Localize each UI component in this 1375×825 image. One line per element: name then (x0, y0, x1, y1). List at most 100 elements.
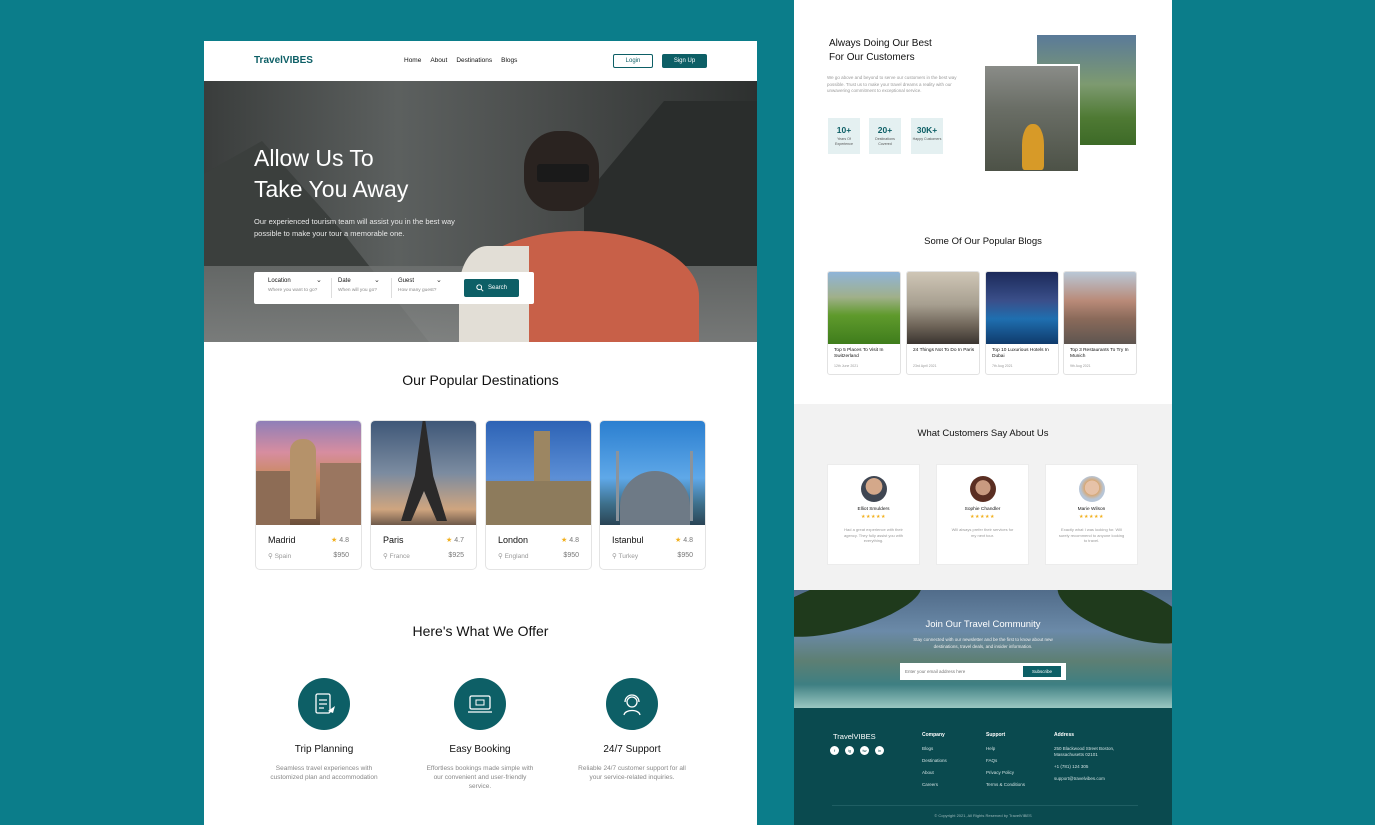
rating-stars-icon: ★★★★★ (1079, 514, 1104, 520)
star-icon: ★ (331, 537, 338, 544)
blog-card[interactable]: Top 3 Restaurants To Try In Munich 9th A… (1063, 271, 1137, 375)
footer-link[interactable]: Privacy Policy (986, 770, 1025, 776)
avatar (969, 476, 996, 502)
nav-destinations[interactable]: Destinations (456, 57, 492, 64)
footer-link[interactable]: Blogs (922, 746, 947, 752)
footer-column-title: Company (922, 732, 945, 738)
facebook-icon[interactable]: f (830, 746, 839, 755)
destination-card-london[interactable]: London ★ 4.8 ⚲ England $950 (485, 420, 592, 570)
divider (832, 805, 1138, 806)
stat-label: Destinations Covered (875, 137, 895, 146)
destination-country: ⚲ England (498, 552, 528, 560)
offer-item-title: 24/7 Support (603, 744, 661, 755)
destination-price: $950 (677, 552, 693, 559)
date-dropdown[interactable]: Date When will you go? ⌄ (338, 277, 386, 298)
blog-image (907, 272, 979, 344)
nav-blogs[interactable]: Blogs (501, 57, 517, 64)
location-pin-icon: ⚲ (498, 553, 503, 560)
divider (391, 278, 392, 298)
offer-easy-booking: Easy Booking Effortless bookings made si… (425, 678, 535, 791)
destination-name: Paris (383, 535, 404, 545)
blog-card[interactable]: Top 5 Places To Visit In Switzerland 12t… (827, 271, 901, 375)
destination-image (486, 421, 591, 525)
location-dropdown[interactable]: Location Where you want to go? ⌄ (268, 277, 328, 298)
destination-card-paris[interactable]: Paris ★ 4.7 ⚲ France $925 (370, 420, 477, 570)
blogs-title: Some Of Our Popular Blogs (924, 236, 1042, 247)
hero-title-line2: Take You Away (254, 176, 409, 202)
footer-phone[interactable]: +1 (781) 124 305 (1054, 764, 1134, 770)
copyright: © Copyright 2021, All Rights Reserved by… (934, 813, 1032, 818)
blog-card[interactable]: Top 10 Luxurious Hotels In Dubai 7th Aug… (985, 271, 1059, 375)
offer-title: Here's What We Offer (412, 623, 549, 639)
stat-number: 10+ (836, 125, 852, 135)
destinations-title: Our Popular Destinations (402, 372, 559, 388)
newsletter-section: Join Our Travel Community Stay connected… (794, 590, 1172, 708)
search-button[interactable]: Search (464, 279, 519, 297)
guest-placeholder: How many guest? (398, 288, 437, 293)
guest-dropdown[interactable]: Guest How many guest? ⌄ (398, 277, 448, 298)
chevron-down-icon: ⌄ (316, 277, 322, 284)
country-label: England (504, 553, 529, 560)
footer-link[interactable]: Terms & Conditions (986, 782, 1025, 788)
destination-rating: ★ 4.8 (561, 536, 579, 544)
offer-support: 24/7 Support Reliable 24/7 customer supp… (577, 678, 687, 782)
subscribe-button[interactable]: Subscribe (1023, 666, 1061, 677)
destination-card-madrid[interactable]: Madrid ★ 4.8 ⚲ Spain $950 (255, 420, 362, 570)
email-input[interactable] (905, 667, 1020, 676)
destination-name: Istanbul (612, 535, 644, 545)
newsletter-title: Join Our Travel Community (925, 619, 1041, 630)
signup-button[interactable]: Sign Up (662, 54, 707, 68)
footer-link[interactable]: Help (986, 746, 1025, 752)
stat-destinations: 20+ Destinations Covered (869, 118, 901, 154)
footer-link[interactable]: Destinations (922, 758, 947, 764)
rating-stars-icon: ★★★★★ (861, 514, 886, 520)
avatar (860, 476, 887, 502)
newsletter-form: Subscribe (900, 663, 1066, 680)
location-pin-icon: ⚲ (383, 553, 388, 560)
location-pin-icon: ⚲ (612, 553, 617, 560)
blog-title: 24 Things Not To Do In Paris (913, 348, 975, 353)
footer-link[interactable]: FAQs (986, 758, 1025, 764)
offer-item-title: Easy Booking (449, 744, 511, 755)
twitter-icon[interactable]: tw (860, 746, 869, 755)
blog-date: 7th Aug 2021 (992, 364, 1013, 368)
testimonial-text: Will always prefer their services for my… (951, 527, 1014, 538)
about-page-preview: Always Doing Our Best For Our Customers … (794, 0, 1172, 825)
hero-title-line1: Allow Us To (254, 145, 374, 171)
footer-email[interactable]: support@travelvibes.com (1054, 776, 1134, 782)
hero-section: Allow Us To Take You Away Our experience… (204, 81, 757, 342)
stat-years: 10+ Years Of Experience (828, 118, 860, 154)
destination-card-istanbul[interactable]: Istanbul ★ 4.8 ⚲ Turkey $950 (599, 420, 706, 570)
destination-price: $950 (333, 552, 349, 559)
newsletter-text: Stay connected with our newsletter and b… (913, 637, 1053, 649)
footer-logo[interactable]: TravelVIBES (833, 732, 876, 741)
destination-country: ⚲ France (383, 552, 410, 560)
instagram-icon[interactable]: ig (845, 746, 854, 755)
logo[interactable]: TravelVIBES (254, 55, 313, 66)
search-bar: Location Where you want to go? ⌄ Date Wh… (254, 272, 534, 304)
footer-link[interactable]: Careers (922, 782, 947, 788)
testimonial-text: Exactly what I was looking for. Will sur… (1058, 527, 1125, 543)
star-icon: ★ (446, 537, 453, 544)
footer: TravelVIBES f ig tw in Company Blogs Des… (794, 708, 1172, 825)
linkedin-icon[interactable]: in (875, 746, 884, 755)
rating-value: 4.8 (683, 537, 693, 544)
testimonial-name: Marie Wilson (1077, 507, 1106, 512)
location-pin-icon: ⚲ (268, 553, 273, 560)
testimonials-title: What Customers Say About Us (917, 428, 1049, 439)
login-button[interactable]: Login (613, 54, 653, 68)
clipboard-plane-icon (298, 678, 350, 730)
nav-home[interactable]: Home (404, 57, 421, 64)
blog-card[interactable]: 24 Things Not To Do In Paris 23rd April … (906, 271, 980, 375)
divider (331, 278, 332, 298)
footer-address-column: Address 250 Blackwood Street Boston, Mas… (1054, 732, 1134, 788)
hero-title: Allow Us To Take You Away (254, 143, 474, 205)
destination-country: ⚲ Turkey (612, 552, 638, 560)
offer-item-desc: Effortless bookings made simple with our… (426, 765, 534, 790)
blog-image (828, 272, 900, 344)
nav-about[interactable]: About (430, 57, 447, 64)
footer-link[interactable]: About (922, 770, 947, 776)
stat-label: Years Of Experience (835, 137, 853, 146)
rating-value: 4.7 (454, 537, 464, 544)
offer-trip-planning: Trip Planning Seamless travel experience… (269, 678, 379, 782)
